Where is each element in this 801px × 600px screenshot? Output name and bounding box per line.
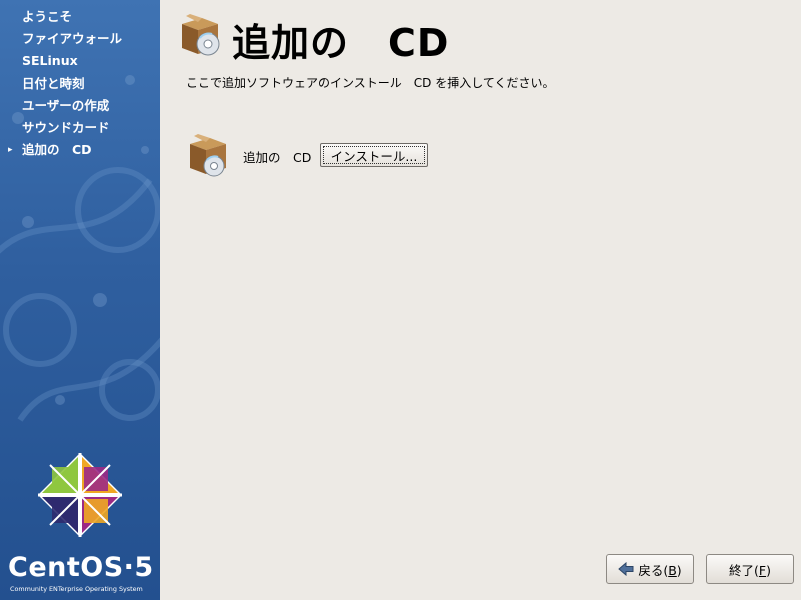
step-label: ファイアウォール — [22, 31, 123, 47]
triangle-right-icon: ▸ — [8, 145, 13, 156]
software-box-cd-icon — [190, 134, 226, 177]
step-create-user: ユーザーの作成 — [0, 95, 160, 117]
sidebar: ようこそ ファイアウォール SELinux 日付と時刻 ユーザーの作成 サウンド… — [0, 0, 160, 600]
centos-logo-icon — [38, 453, 122, 537]
step-additional-cd: ▸ 追加の CD — [0, 139, 160, 161]
step-label: SELinux — [22, 53, 78, 69]
install-button[interactable]: インストール... — [320, 143, 428, 167]
step-date-time: 日付と時刻 — [0, 73, 160, 95]
install-button-label: インストール... — [330, 148, 418, 164]
step-label: 日付と時刻 — [22, 75, 85, 91]
step-welcome: ようこそ — [0, 6, 160, 28]
step-label: 追加の CD — [22, 142, 92, 158]
main-panel: 追加の CD ここで追加ソフトウェアのインストール CD を挿入してください。 … — [160, 0, 801, 600]
step-label: ようこそ — [22, 9, 73, 24]
step-selinux: SELinux — [0, 50, 160, 72]
installer-steps-list: ようこそ ファイアウォール SELinux 日付と時刻 ユーザーの作成 サウンド… — [0, 6, 160, 161]
arrow-left-icon — [618, 562, 634, 576]
page-description: ここで追加ソフトウェアのインストール CD を挿入してください。 — [186, 76, 555, 90]
page-title: 追加の CD — [232, 21, 450, 65]
finish-button-label: 終了(F) — [729, 562, 771, 578]
step-label: ユーザーの作成 — [22, 97, 110, 113]
step-sound-card: サウンドカード — [0, 117, 160, 139]
step-label: サウンドカード — [22, 119, 110, 135]
step-firewall: ファイアウォール — [0, 28, 160, 50]
finish-button[interactable]: 終了(F) — [706, 554, 794, 584]
back-button[interactable]: 戻る(B) — [606, 554, 694, 584]
back-button-label: 戻る(B) — [638, 562, 682, 578]
centos-wordmark: CentOS·5 — [8, 552, 154, 583]
software-box-cd-icon — [182, 14, 220, 56]
additional-cd-label: 追加の CD — [243, 150, 312, 165]
centos-tagline: Community ENTerprise Operating System — [10, 585, 143, 593]
